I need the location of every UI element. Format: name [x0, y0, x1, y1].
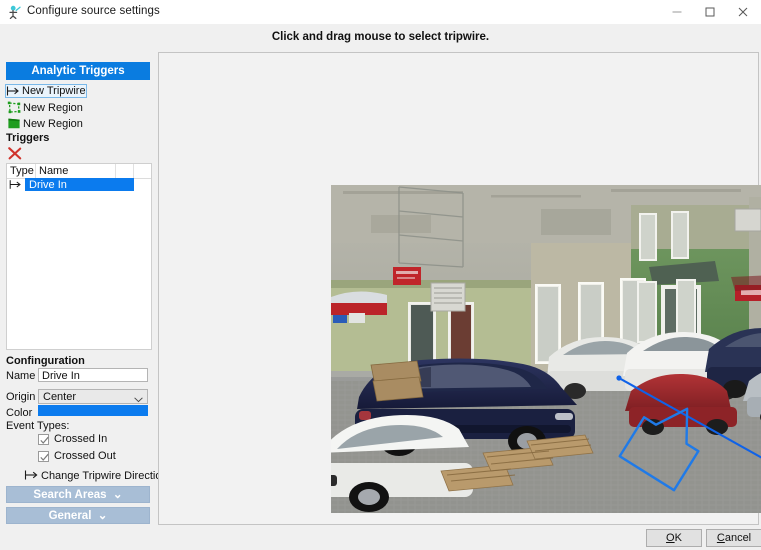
maximize-button[interactable]: [693, 0, 726, 24]
region-outline-icon: [7, 101, 21, 114]
new-region-filled-button[interactable]: New Region: [6, 117, 83, 131]
ok-button[interactable]: OK: [646, 529, 702, 547]
header-divider: [115, 164, 116, 178]
column-header-type[interactable]: Type: [7, 165, 38, 177]
table-row[interactable]: Drive In: [7, 178, 151, 191]
cancel-button[interactable]: Cancel: [706, 529, 761, 547]
minimize-button[interactable]: [660, 0, 693, 24]
minimize-icon: [672, 11, 681, 13]
delete-trigger-button[interactable]: [7, 146, 23, 161]
search-areas-label: Search Areas: [33, 489, 107, 501]
triggers-label: Triggers: [6, 132, 50, 144]
checkbox-crossed-out-label: Crossed Out: [54, 450, 116, 462]
name-input[interactable]: Drive In: [38, 368, 148, 382]
window-title: Configure source settings: [27, 5, 160, 17]
checkmark-icon: [40, 453, 49, 461]
general-label: General: [48, 510, 92, 522]
checkbox-box: [38, 434, 49, 445]
origin-select[interactable]: Center: [38, 389, 148, 404]
chevron-down-icon: ⌄: [94, 510, 108, 522]
trigger-name-cell: Drive In: [29, 179, 67, 191]
origin-selected-value: Center: [43, 391, 77, 403]
column-header-name[interactable]: Name: [36, 165, 117, 177]
color-label: Color: [6, 407, 33, 419]
chevron-down-icon: ⌄: [109, 489, 123, 501]
checkbox-crossed-in-label: Crossed In: [54, 433, 108, 445]
region-filled-icon: [7, 117, 21, 130]
new-region-outline-label: New Region: [23, 102, 83, 114]
checkmark-icon: [40, 436, 49, 444]
instruction-banner: Click and drag mouse to select tripwire.: [0, 24, 761, 52]
tripwire-icon: [9, 179, 22, 190]
close-button[interactable]: [726, 0, 759, 24]
title-bar: Configure source settings: [0, 0, 761, 25]
event-types-label: Event Types:: [6, 420, 70, 432]
app-icon: [8, 5, 22, 20]
header-divider: [35, 164, 36, 178]
new-tripwire-button[interactable]: New Tripwire: [5, 84, 87, 98]
camera-scene: [331, 185, 761, 513]
new-tripwire-label: New Tripwire: [22, 85, 86, 97]
search-areas-section-header[interactable]: Search Areas ⌄: [6, 486, 150, 503]
change-tripwire-direction-button[interactable]: Change Tripwire Direction: [24, 469, 168, 483]
maximize-icon: [705, 7, 714, 17]
name-label: Name: [6, 370, 36, 382]
table-header-row: Type Name: [7, 164, 151, 179]
change-tripwire-direction-label: Change Tripwire Direction: [41, 470, 168, 482]
close-icon: [738, 7, 747, 17]
checkbox-box: [38, 451, 49, 462]
configure-source-settings-dialog: Configure source settings Click and drag…: [0, 0, 761, 550]
general-section-header[interactable]: General ⌄: [6, 507, 150, 524]
delete-x-icon: [8, 147, 22, 160]
video-preview-panel[interactable]: [158, 52, 761, 525]
tripwire-icon: [6, 85, 20, 98]
left-settings-panel: Analytic Triggers New Tripwire New Regio…: [0, 52, 168, 525]
configuration-title: Confinguration: [6, 355, 85, 367]
color-swatch[interactable]: [38, 405, 148, 416]
camera-video-frame[interactable]: [331, 185, 761, 513]
tripwire-icon: [24, 469, 39, 482]
origin-label: Origin: [6, 391, 36, 403]
header-divider: [133, 164, 134, 178]
dialog-footer: OK Cancel: [0, 525, 761, 550]
instruction-text: Click and drag mouse to select tripwire.: [271, 31, 490, 43]
new-region-outline-button[interactable]: New Region: [6, 101, 83, 115]
analytic-triggers-header[interactable]: Analytic Triggers: [6, 62, 150, 80]
triggers-table[interactable]: Type Name Drive In: [6, 163, 152, 350]
new-region-filled-label: New Region: [23, 118, 83, 130]
